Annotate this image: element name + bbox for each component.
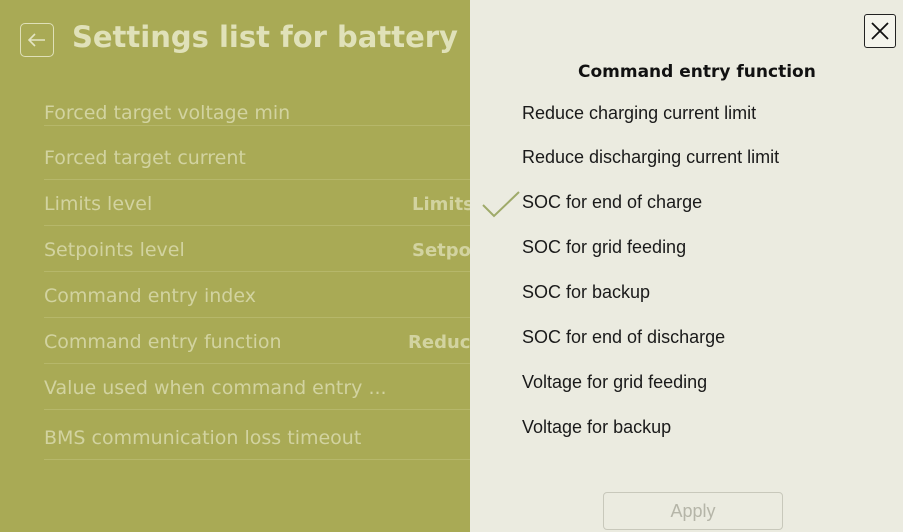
option-sheet: Command entry function Reduce charging c… [470,0,903,532]
option-voltage-backup[interactable]: Voltage for backup [522,417,671,447]
option-soc-backup[interactable]: SOC for backup [522,282,650,312]
row-label: Forced target current [44,147,246,169]
page-title: Settings list for battery 1 [72,20,489,54]
settings-row[interactable]: Value used when command entry ... [44,364,474,410]
settings-row[interactable]: Command entry function Reduc [44,318,474,364]
row-value: Limits [412,194,474,215]
settings-row[interactable]: BMS communication loss timeout [44,414,474,460]
row-label: Value used when command entry ... [44,377,387,399]
back-button[interactable] [20,23,54,57]
settings-row[interactable]: Command entry index [44,272,474,318]
row-label: Command entry function [44,331,282,353]
option-voltage-grid-feeding[interactable]: Voltage for grid feeding [522,372,707,402]
settings-row[interactable]: Forced target current [44,134,474,180]
row-value: Reduc [408,332,471,353]
settings-row[interactable]: Limits level Limits [44,180,474,226]
row-label: Limits level [44,193,153,215]
option-reduce-charging[interactable]: Reduce charging current limit [522,103,756,133]
close-button[interactable] [864,14,896,48]
sheet-title: Command entry function [578,62,816,82]
row-label: Forced target voltage min [44,102,291,124]
row-label: Setpoints level [44,239,185,261]
apply-button[interactable]: Apply [603,492,783,530]
close-icon [871,22,889,40]
row-value: Setpo [412,240,472,261]
option-reduce-discharging[interactable]: Reduce discharging current limit [522,147,779,177]
option-soc-end-of-charge[interactable]: SOC for end of charge [522,192,702,222]
check-icon [482,191,520,218]
settings-row[interactable]: Forced target voltage min [44,98,474,126]
row-label: Command entry index [44,285,256,307]
settings-row[interactable]: Setpoints level Setpo [44,226,474,272]
option-soc-grid-feeding[interactable]: SOC for grid feeding [522,237,686,267]
option-soc-end-of-discharge[interactable]: SOC for end of discharge [522,327,725,357]
row-label: BMS communication loss timeout [44,427,362,449]
arrow-left-icon [28,33,45,47]
